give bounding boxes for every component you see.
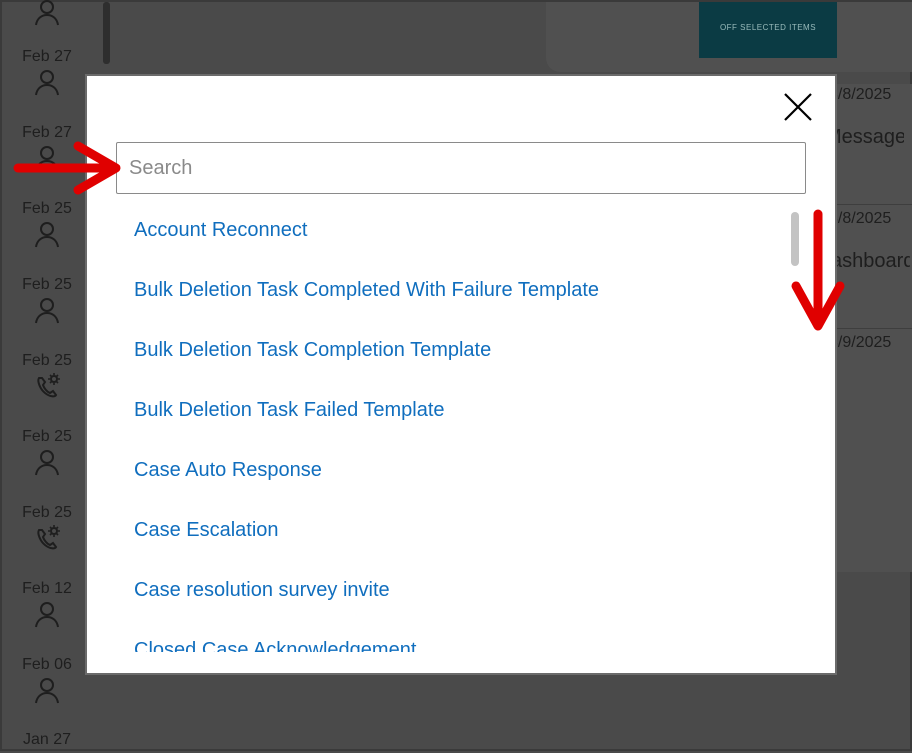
search-input[interactable]: [116, 142, 806, 194]
timeline-scrollbar[interactable]: [103, 2, 110, 64]
template-picker-dialog: Account Reconnect Bulk Deletion Task Com…: [85, 74, 837, 675]
background-date: 3/9/2025: [829, 334, 892, 351]
timeline-item[interactable]: Feb 25: [2, 428, 92, 476]
timeline-date: Feb 25: [22, 200, 72, 217]
person-icon: [35, 450, 59, 476]
template-item[interactable]: Account Reconnect: [134, 218, 307, 242]
timeline-date: Feb 06: [22, 656, 72, 673]
timeline-item[interactable]: Feb 25: [2, 352, 92, 400]
timeline-date: Feb 25: [22, 504, 72, 521]
person-icon: [35, 678, 59, 704]
person-icon: [35, 602, 59, 628]
timeline-item[interactable]: Feb 25: [2, 276, 92, 324]
template-item[interactable]: Bulk Deletion Task Completion Template: [134, 338, 491, 362]
timeline-item[interactable]: Feb 25: [2, 504, 92, 552]
timeline-date: Feb 25: [22, 428, 72, 445]
promo-banner: OFF SELECTED ITEMS: [699, 2, 837, 58]
person-icon: [35, 0, 59, 26]
timeline-date: Feb 25: [22, 352, 72, 369]
timeline-date: Feb 12: [22, 580, 72, 597]
template-list[interactable]: Account Reconnect Bulk Deletion Task Com…: [87, 206, 807, 652]
timeline-date: Feb 25: [22, 276, 72, 293]
template-item[interactable]: Case Auto Response: [134, 458, 322, 482]
timeline-date: Jan 27: [22, 731, 72, 748]
arrow-down-icon: [791, 209, 845, 331]
person-icon: [35, 222, 59, 248]
close-icon[interactable]: [781, 90, 815, 124]
phone-gear-icon: [37, 525, 60, 550]
timeline-item[interactable]: Feb 25: [2, 200, 92, 248]
person-icon: [35, 298, 59, 324]
background-date: 3/8/2025: [829, 86, 892, 103]
arrow-right-icon: [13, 141, 121, 195]
template-item[interactable]: Bulk Deletion Task Failed Template: [134, 398, 445, 422]
timeline-item[interactable]: Jan 27: [2, 731, 92, 749]
template-item[interactable]: Closed Case Acknowledgement: [134, 638, 416, 652]
promo-banner-text: OFF SELECTED ITEMS: [719, 23, 817, 32]
person-icon: [35, 70, 59, 96]
timeline-item[interactable]: Feb 06: [2, 656, 92, 704]
timeline-date: Feb 27: [22, 48, 72, 65]
template-item[interactable]: Case Escalation: [134, 518, 279, 542]
timeline: Feb 27 Feb 27 Feb 25 Feb 25 Feb 25 Feb 2…: [2, 0, 92, 753]
timeline-item[interactable]: Feb 27: [2, 48, 92, 96]
phone-gear-icon: [37, 373, 60, 398]
timeline-item[interactable]: [2, 0, 92, 26]
template-item[interactable]: Bulk Deletion Task Completed With Failur…: [134, 278, 599, 302]
divider: [835, 204, 912, 205]
timeline-item[interactable]: Feb 12: [2, 580, 92, 628]
template-item[interactable]: Case resolution survey invite: [134, 578, 390, 602]
